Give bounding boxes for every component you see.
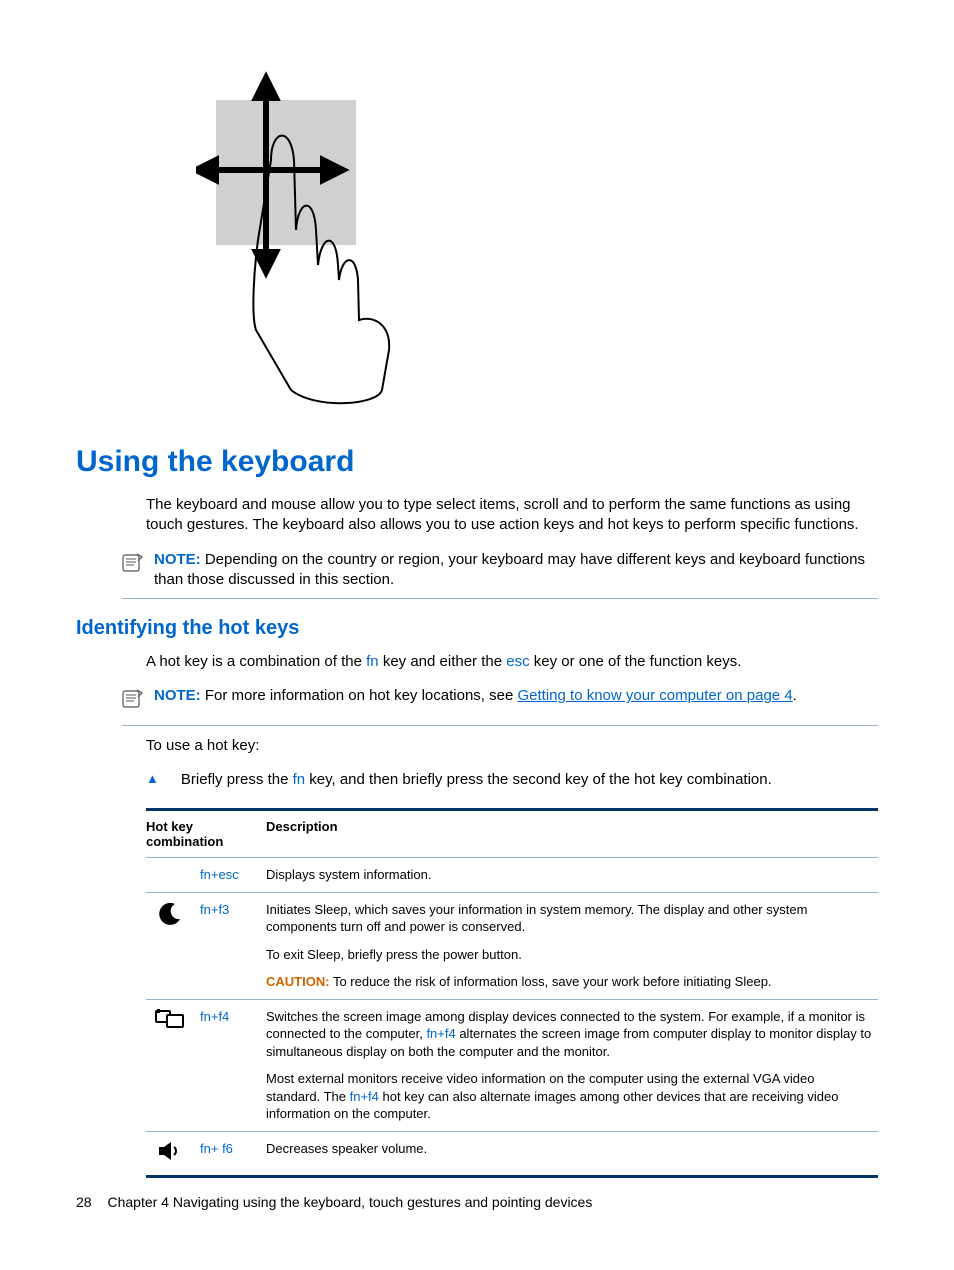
step-item: ▲ Briefly press the fn key, and then bri… [146, 770, 878, 790]
hand-arrows-icon [196, 70, 426, 410]
note-icon [122, 552, 148, 580]
gesture-illustration [196, 70, 878, 415]
col-header-desc: Description [266, 810, 878, 858]
note-label: NOTE: [154, 551, 201, 568]
note2-prefix: For more information on hot key location… [205, 687, 518, 704]
note-block-1: NOTE: Depending on the country or region… [122, 550, 878, 600]
note-text: Depending on the country or region, your… [154, 551, 865, 588]
display-switch-icon [155, 1008, 185, 1030]
col-header-combo: Hot key combination [146, 810, 266, 858]
note-icon [122, 688, 148, 716]
note-block-2: NOTE: For more information on hot key lo… [122, 686, 878, 725]
page-number: 28 [76, 1194, 92, 1210]
note-label: NOTE: [154, 687, 201, 704]
table-row: fn+f4 Switches the screen image among di… [146, 999, 878, 1131]
hotkey-intro: A hot key is a combination of the fn key… [146, 652, 878, 672]
getting-to-know-link[interactable]: Getting to know your computer on page 4 [518, 687, 793, 704]
intro-paragraph: The keyboard and mouse allow you to type… [146, 495, 878, 536]
chapter-title: Chapter 4 Navigating using the keyboard,… [107, 1194, 592, 1210]
triangle-bullet-icon: ▲ [146, 770, 159, 788]
to-use-line: To use a hot key: [146, 736, 878, 756]
hotkey-table: Hot key combination Description fn+esc D… [146, 808, 878, 1178]
sleep-moon-icon [157, 901, 183, 927]
volume-down-icon [157, 1140, 183, 1162]
section-heading: Using the keyboard [76, 445, 878, 479]
table-row: fn+esc Displays system information. [146, 858, 878, 893]
table-row: fn+ f6 Decreases speaker volume. [146, 1132, 878, 1177]
subsection-heading: Identifying the hot keys [76, 617, 878, 640]
page-footer: 28 Chapter 4 Navigating using the keyboa… [76, 1194, 592, 1210]
table-row: fn+f3 Initiates Sleep, which saves your … [146, 892, 878, 999]
caution-label: CAUTION: [266, 974, 330, 989]
